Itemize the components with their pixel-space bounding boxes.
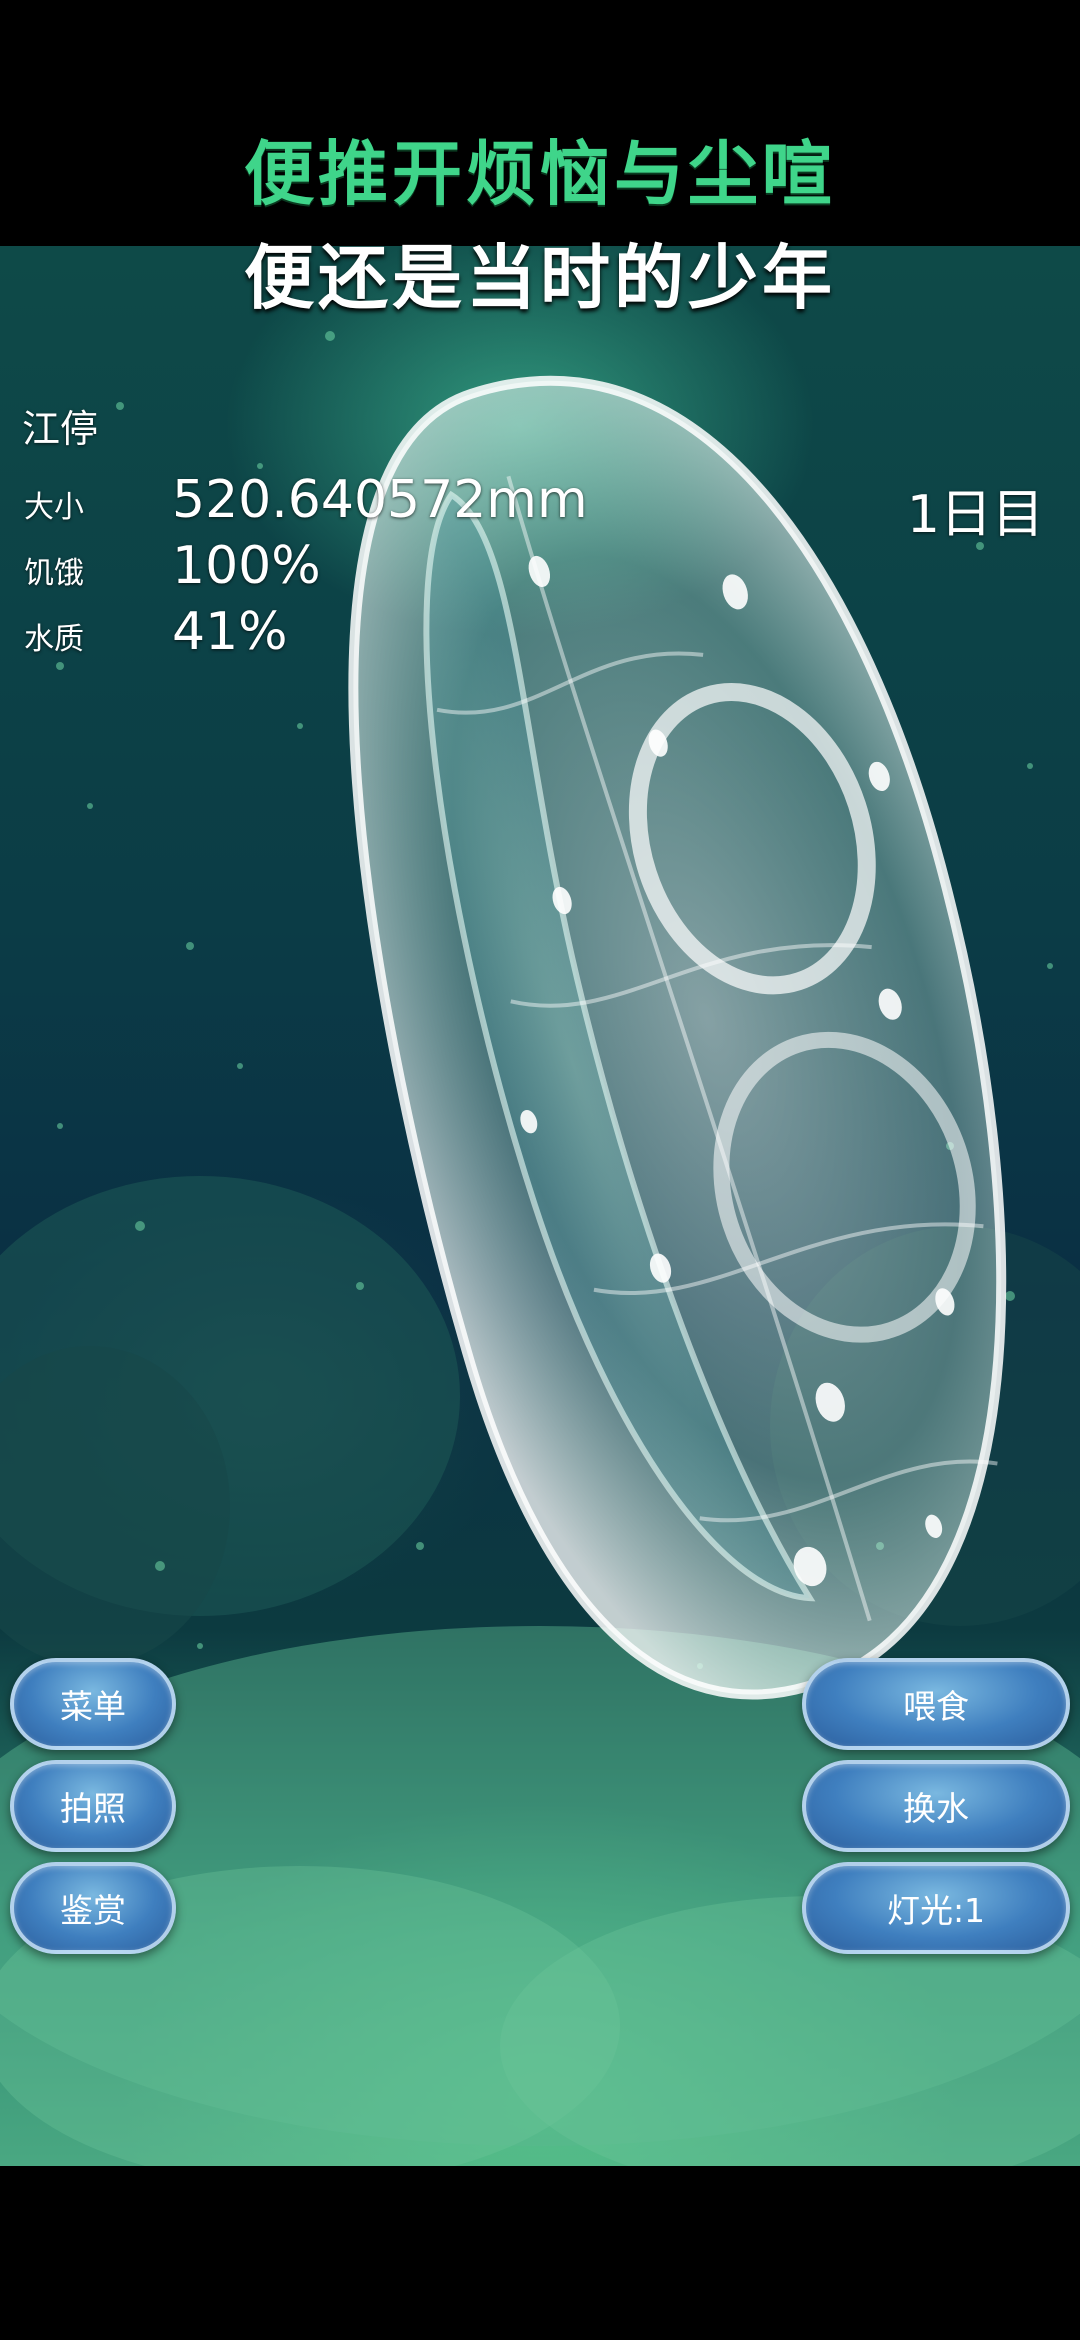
water-quality-value: 41%	[172, 602, 288, 662]
bottom-black-band	[0, 2166, 1080, 2340]
light-button[interactable]: 灯光:1	[802, 1862, 1070, 1954]
water-quality-label: 水质	[24, 622, 84, 657]
day-counter: 1日目	[906, 485, 1044, 545]
change-water-button[interactable]: 换水	[802, 1760, 1070, 1852]
hunger-value: 100%	[172, 536, 321, 596]
menu-button[interactable]: 菜单	[10, 1658, 176, 1750]
lyric-line-1: 便推开烦恼与尘喧	[244, 132, 836, 215]
appreciate-button[interactable]: 鉴赏	[10, 1862, 176, 1954]
lyric-line-2: 便还是当时的少年	[244, 236, 836, 319]
hunger-label: 饥饿	[24, 556, 84, 591]
size-value: 520.640572mm	[172, 470, 588, 530]
size-label: 大小	[24, 490, 84, 525]
photo-button[interactable]: 拍照	[10, 1760, 176, 1852]
pet-name: 江停	[22, 407, 99, 451]
feed-button[interactable]: 喂食	[802, 1658, 1070, 1750]
